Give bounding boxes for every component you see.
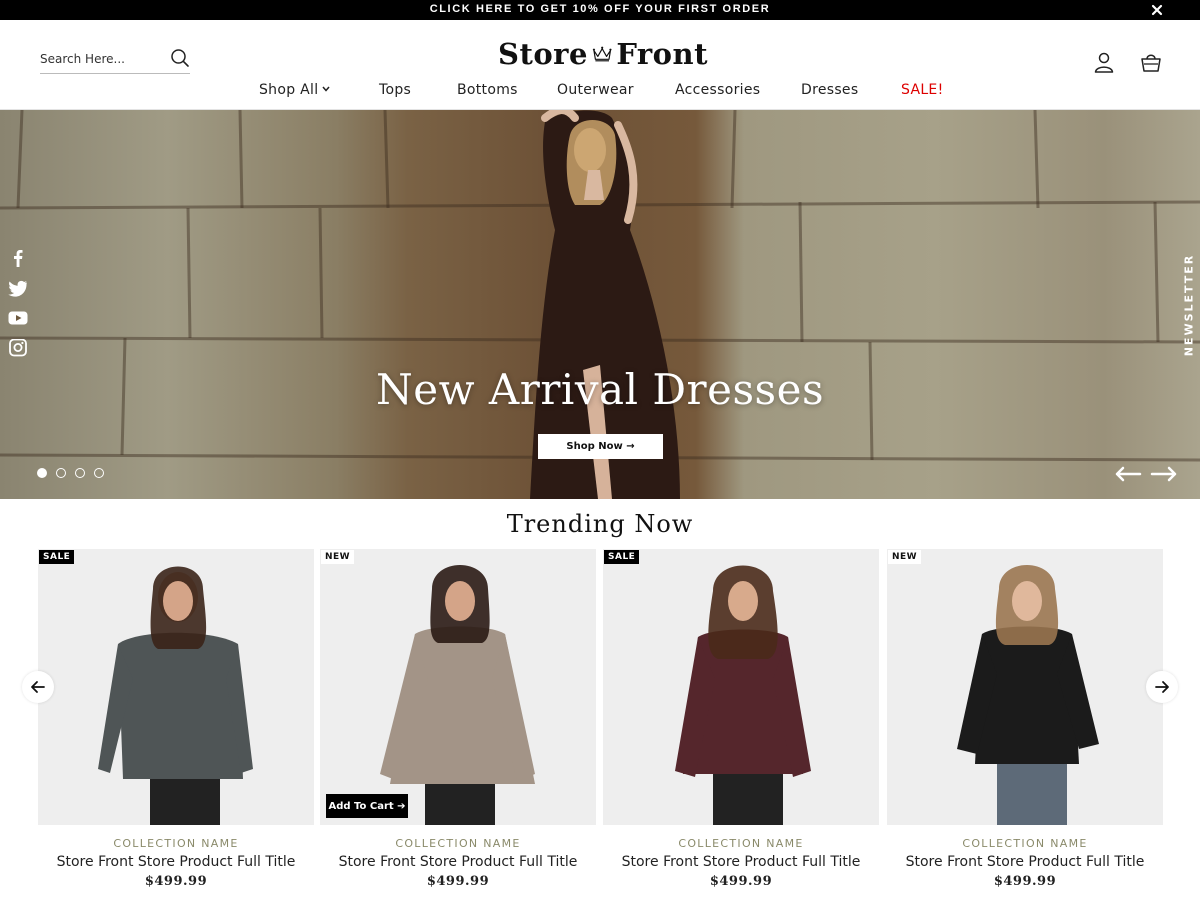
nav-item-shop-all[interactable]: Shop All: [259, 82, 330, 98]
slide-dots: [37, 468, 104, 478]
youtube-icon[interactable]: [8, 309, 28, 327]
hero-title: New Arrival Dresses: [376, 365, 824, 414]
new-badge: NEW: [888, 550, 922, 564]
close-icon[interactable]: [1148, 1, 1166, 19]
newsletter-tab[interactable]: NEWSLETTER: [1178, 250, 1200, 360]
product-title[interactable]: Store Front Store Product Full Title: [603, 854, 879, 870]
product-photo: [957, 565, 1099, 825]
social-links: [8, 249, 28, 357]
nav-item-dresses[interactable]: Dresses: [801, 82, 858, 98]
hero-banner[interactable]: NEWSLETTER New Arrival Dresses Shop Now …: [0, 110, 1200, 499]
arrow-left-icon[interactable]: [1114, 466, 1142, 482]
product-price: $499.99: [709, 874, 773, 889]
arrow-right-icon: [1155, 681, 1169, 693]
slide-dot[interactable]: [75, 468, 85, 478]
nav-item-outerwear[interactable]: Outerwear: [557, 82, 634, 98]
product-image[interactable]: NEW: [887, 549, 1163, 825]
product-photo: [675, 565, 811, 825]
carousel-next-button[interactable]: [1146, 671, 1178, 703]
collection-name: COLLECTION NAME: [395, 837, 521, 850]
product-photo: [98, 566, 253, 825]
search-input[interactable]: [40, 50, 160, 68]
nav-item-accessories[interactable]: Accessories: [675, 82, 760, 98]
product-image[interactable]: SALE: [38, 549, 314, 825]
instagram-icon[interactable]: [8, 339, 28, 357]
promo-text[interactable]: CLICK HERE TO GET 10% OFF YOUR FIRST ORD…: [0, 3, 1200, 15]
top-shape: [118, 632, 243, 779]
cart-icon[interactable]: [1140, 51, 1162, 73]
product-price: $499.99: [993, 874, 1057, 889]
newsletter-label: NEWSLETTER: [1182, 253, 1196, 357]
hero-arrows: [1114, 466, 1178, 482]
sale-badge: SALE: [604, 550, 640, 564]
collection-name: COLLECTION NAME: [962, 837, 1088, 850]
slide-dot[interactable]: [94, 468, 104, 478]
product-card[interactable]: NEW COLLECTION NAME Store Front Store Pr…: [887, 549, 1163, 894]
product-image[interactable]: SALE: [603, 549, 879, 825]
nav-item-sale[interactable]: SALE!: [901, 82, 943, 98]
section-title: Trending Now: [506, 510, 694, 538]
collection-name: COLLECTION NAME: [678, 837, 804, 850]
site-header: Store Front Shop All Tops Bottoms Outerw…: [0, 20, 1200, 110]
slide-dot[interactable]: [56, 468, 66, 478]
add-to-cart-button[interactable]: Add To Cart ➔: [326, 794, 408, 818]
store-logo[interactable]: Store Front: [498, 34, 708, 74]
nav-item-bottoms[interactable]: Bottoms: [457, 82, 518, 98]
search-icon[interactable]: [170, 48, 190, 68]
facebook-icon[interactable]: [8, 249, 28, 267]
logo-text-right: Front: [616, 37, 708, 71]
chevron-down-icon: [322, 86, 330, 92]
twitter-icon[interactable]: [8, 279, 28, 297]
product-image[interactable]: NEW Add To Cart ➔: [320, 549, 596, 825]
search-box[interactable]: [40, 46, 190, 74]
product-title[interactable]: Store Front Store Product Full Title: [887, 854, 1163, 870]
shop-now-button[interactable]: Shop Now →: [538, 434, 663, 459]
nav-item-label: Shop All: [259, 82, 319, 98]
crown-icon: [592, 46, 612, 62]
sale-badge: SALE: [39, 550, 75, 564]
product-photo: [380, 565, 535, 825]
product-card[interactable]: NEW Add To Cart ➔ COLLECTION NAME Store …: [320, 549, 596, 894]
product-title[interactable]: Store Front Store Product Full Title: [38, 854, 314, 870]
slide-dot[interactable]: [37, 468, 47, 478]
carousel-prev-button[interactable]: [22, 671, 54, 703]
user-icon[interactable]: [1093, 51, 1115, 73]
new-badge: NEW: [321, 550, 355, 564]
promo-bar[interactable]: CLICK HERE TO GET 10% OFF YOUR FIRST ORD…: [0, 0, 1200, 20]
collection-name: COLLECTION NAME: [113, 837, 239, 850]
product-card[interactable]: SALE COLLECTION NAME Store Front Store P…: [603, 549, 879, 894]
product-price: $499.99: [144, 874, 208, 889]
header-icons: [1093, 51, 1162, 73]
arrow-left-icon: [31, 681, 45, 693]
product-title[interactable]: Store Front Store Product Full Title: [320, 854, 596, 870]
arrow-right-icon[interactable]: [1150, 466, 1178, 482]
product-card[interactable]: SALE COLLECTION NAME Store Front Store P…: [38, 549, 314, 894]
logo-text-left: Store: [498, 37, 588, 71]
nav-item-tops[interactable]: Tops: [379, 82, 411, 98]
product-price: $499.99: [426, 874, 490, 889]
